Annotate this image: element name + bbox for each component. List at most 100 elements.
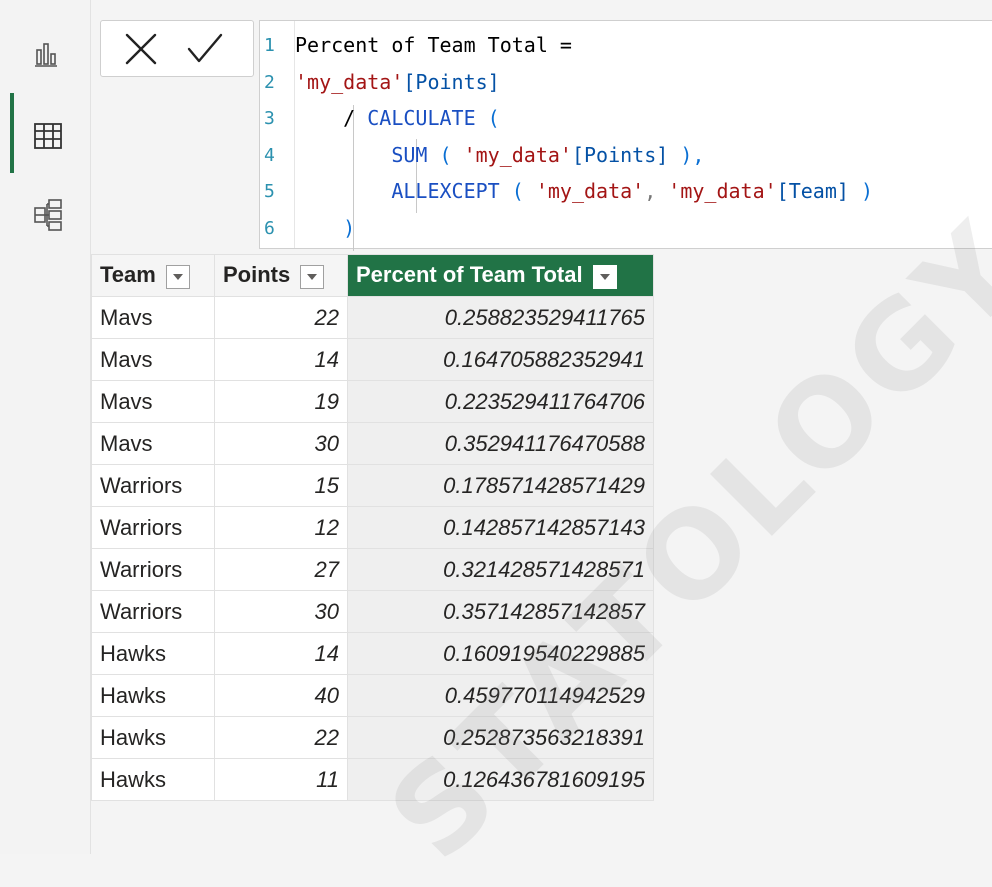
cell-percent-of-team-total[interactable]: 0.252873563218391 <box>347 716 654 759</box>
code-token: 'my_data' <box>295 69 404 94</box>
table-row: Hawks 11 0.126436781609195 <box>91 758 654 801</box>
code-token: [Points] <box>403 69 500 94</box>
table-row: Mavs 14 0.164705882352941 <box>91 338 654 381</box>
model-view-icon <box>34 199 62 231</box>
cell-percent-of-team-total[interactable]: 0.321428571428571 <box>347 548 654 591</box>
line-number: 1 <box>264 35 275 56</box>
formula-editor[interactable]: 1 Percent of Team Total = 2'my_data'[Point… <box>259 20 992 251</box>
code-token: Percent of Team Total = <box>295 33 572 57</box>
cell-percent-of-team-total[interactable]: 0.352941176470588 <box>347 422 654 465</box>
line-number: 3 <box>264 108 275 129</box>
formula-code: SUM ( 'my_data'[Points] ), <box>295 137 704 174</box>
cell-team[interactable]: Warriors <box>91 548 215 591</box>
code-token: 'my_data' <box>535 179 645 203</box>
cell-percent-of-team-total[interactable]: 0.459770114942529 <box>347 674 654 717</box>
code-token: , <box>644 179 669 203</box>
checkmark-icon <box>187 33 223 63</box>
cell-team[interactable]: Warriors <box>91 590 215 633</box>
table-row: Warriors 27 0.321428571428571 <box>91 548 654 591</box>
table-row: Mavs 30 0.352941176470588 <box>91 422 654 465</box>
chevron-down-icon[interactable] <box>592 264 617 289</box>
formula-code: Percent of Team Total = <box>295 27 572 64</box>
chevron-down-icon[interactable] <box>165 264 190 289</box>
cell-points[interactable]: 22 <box>214 716 348 759</box>
view-rail <box>0 0 91 854</box>
formula-code: ALLEXCEPT ( 'my_data', 'my_data'[Team] ) <box>295 173 873 210</box>
cell-team[interactable]: Mavs <box>91 296 215 339</box>
cell-points[interactable]: 30 <box>214 422 348 465</box>
cell-team[interactable]: Mavs <box>91 380 215 423</box>
code-token: ( <box>427 142 464 167</box>
line-number: 2 <box>264 71 275 93</box>
table-row: Hawks 40 0.459770114942529 <box>91 674 654 717</box>
code-token: ( <box>499 179 536 203</box>
cell-points[interactable]: 14 <box>214 632 348 675</box>
cell-team[interactable]: Warriors <box>91 506 215 549</box>
code-token: ) <box>848 179 874 203</box>
cancel-formula-button[interactable] <box>121 31 161 67</box>
cell-percent-of-team-total[interactable]: 0.178571428571429 <box>347 464 654 507</box>
column-header-label: Points <box>223 262 291 288</box>
main-area: 1 Percent of Team Total = 2'my_data'[Point… <box>91 0 992 887</box>
line-number: 4 <box>264 144 275 166</box>
chevron-down-icon[interactable] <box>300 264 325 289</box>
cell-points[interactable]: 40 <box>214 674 348 717</box>
formula-code: / CALCULATE ( <box>295 100 500 137</box>
cell-points[interactable]: 14 <box>214 338 348 381</box>
cell-points[interactable]: 27 <box>214 548 348 591</box>
table-row: Warriors 15 0.178571428571429 <box>91 464 654 507</box>
cell-percent-of-team-total[interactable]: 0.142857142857143 <box>347 506 654 549</box>
cell-team[interactable]: Hawks <box>91 632 215 675</box>
cell-team[interactable]: Hawks <box>91 674 215 717</box>
cell-percent-of-team-total[interactable]: 0.357142857142857 <box>347 590 654 633</box>
cell-points[interactable]: 15 <box>214 464 348 507</box>
code-token: ), <box>668 142 705 167</box>
report-view-button[interactable] <box>0 18 90 88</box>
table-view-button[interactable] <box>0 100 90 170</box>
column-header-label: Team <box>100 262 156 288</box>
line-number: 6 <box>264 217 275 239</box>
code-token: SUM <box>295 142 428 167</box>
cell-percent-of-team-total[interactable]: 0.160919540229885 <box>347 632 654 675</box>
cell-team[interactable]: Hawks <box>91 716 215 759</box>
model-view-button[interactable] <box>0 176 90 246</box>
table-row: Mavs 19 0.223529411764706 <box>91 380 654 423</box>
table-row: Warriors 30 0.357142857142857 <box>91 590 654 633</box>
cell-points[interactable]: 30 <box>214 590 348 633</box>
commit-formula-button[interactable] <box>185 31 225 67</box>
column-header-points[interactable]: Points <box>214 254 348 297</box>
column-header-label: Percent of Team Total <box>356 262 583 288</box>
cell-points[interactable]: 12 <box>214 506 348 549</box>
data-grid: Team Points Percent of Team Total Mavs 22… <box>91 254 654 801</box>
cell-team[interactable]: Hawks <box>91 758 215 801</box>
code-token: CALCULATE <box>367 106 476 130</box>
cell-points[interactable]: 11 <box>214 758 348 801</box>
report-view-icon <box>35 43 57 67</box>
table-row: Mavs 22 0.258823529411765 <box>91 296 654 339</box>
formula-code: 'my_data'[Points] <box>295 64 500 101</box>
column-header-team[interactable]: Team <box>91 254 215 297</box>
code-token: [Team] <box>776 179 849 203</box>
cell-percent-of-team-total[interactable]: 0.126436781609195 <box>347 758 654 801</box>
table-row: Hawks 22 0.252873563218391 <box>91 716 654 759</box>
formula-action-buttons <box>100 20 254 77</box>
code-token: ) <box>295 215 356 240</box>
cell-percent-of-team-total[interactable]: 0.258823529411765 <box>347 296 654 339</box>
cell-points[interactable]: 22 <box>214 296 348 339</box>
header-row: Team Points Percent of Team Total <box>91 254 654 297</box>
cell-team[interactable]: Mavs <box>91 338 215 381</box>
cell-team[interactable]: Warriors <box>91 464 215 507</box>
formula-code: ) <box>295 210 355 247</box>
table-row: Warriors 12 0.142857142857143 <box>91 506 654 549</box>
code-token: ( <box>475 106 500 130</box>
line-number: 5 <box>264 181 275 202</box>
cell-team[interactable]: Mavs <box>91 422 215 465</box>
code-token: ALLEXCEPT <box>295 179 500 203</box>
cell-percent-of-team-total[interactable]: 0.164705882352941 <box>347 338 654 381</box>
cell-points[interactable]: 19 <box>214 380 348 423</box>
code-token: / <box>295 106 368 130</box>
cell-percent-of-team-total[interactable]: 0.223529411764706 <box>347 380 654 423</box>
column-header-percent-of-team-total[interactable]: Percent of Team Total <box>347 254 654 297</box>
table-view-icon <box>34 123 62 149</box>
code-token: 'my_data' <box>668 179 777 203</box>
